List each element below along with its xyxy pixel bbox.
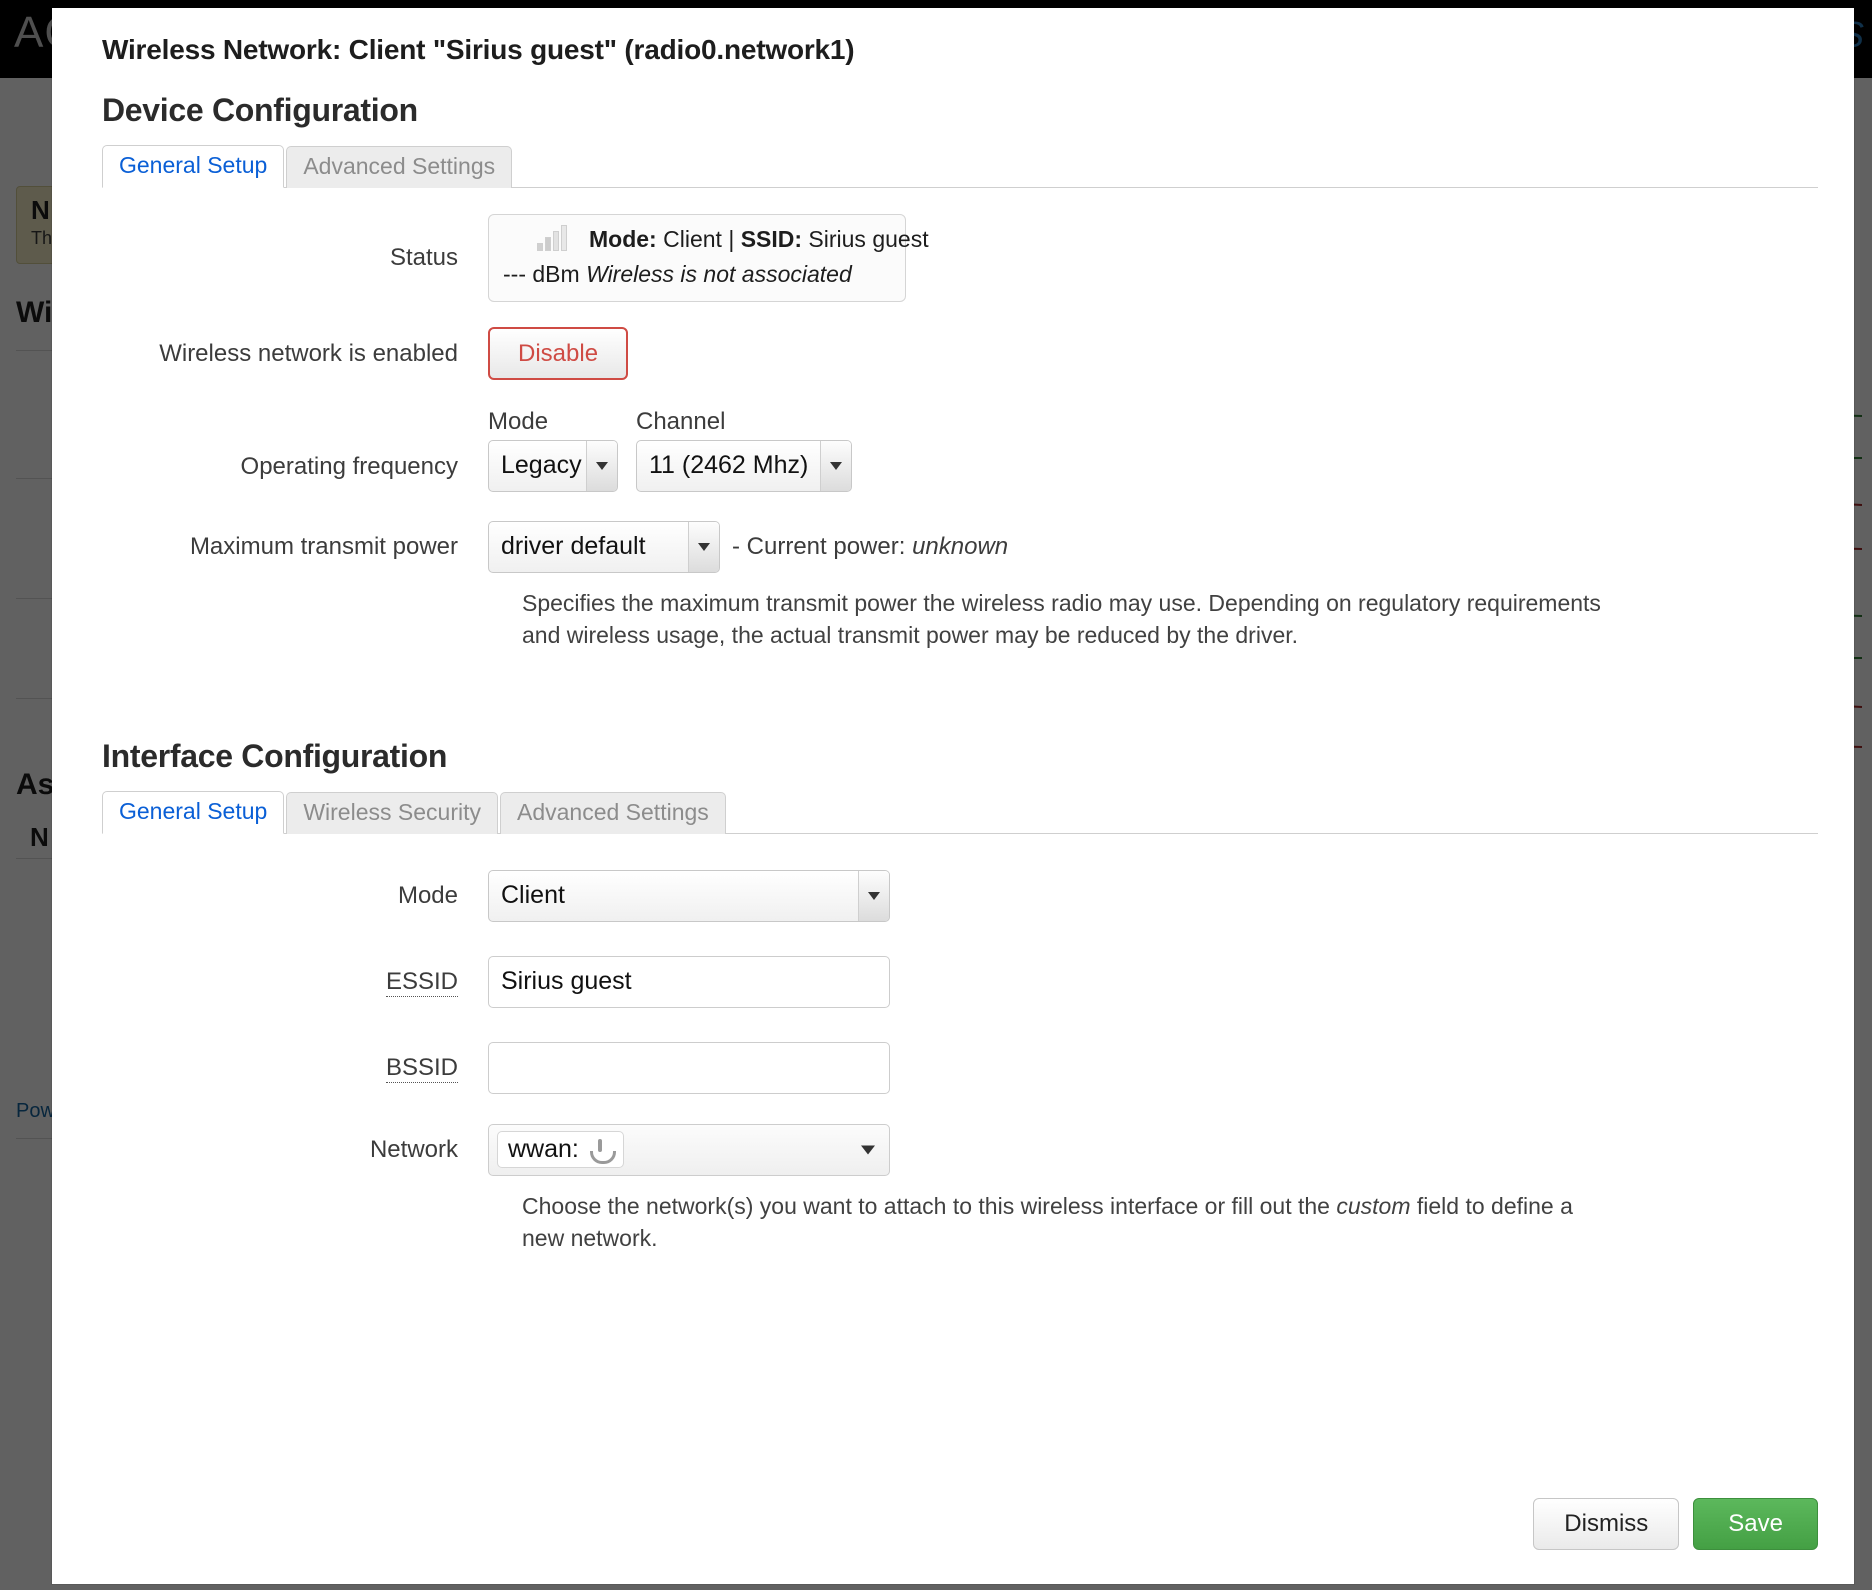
interface-mode-row: Mode Client — [88, 866, 1818, 926]
network-description: Choose the network(s) you want to attach… — [522, 1190, 1607, 1255]
operating-frequency-row: Operating frequency Mode Legacy Channel … — [88, 408, 1818, 495]
status-signal-dbm: --- dBm — [503, 260, 580, 287]
frequency-channel-select[interactable]: 11 (2462 Mhz) — [636, 439, 852, 492]
frequency-channel-label: Channel — [636, 407, 726, 435]
wireless-network-modal: Wireless Network: Client "Sirius guest" … — [52, 8, 1854, 1584]
chevron-down-icon — [858, 870, 889, 921]
current-power-prefix: - Current power: — [732, 532, 906, 560]
wireless-status-box: Mode: Client | SSID: Sirius guest --- dB… — [488, 214, 929, 302]
frequency-mode-group: Mode Legacy — [488, 408, 618, 495]
operating-frequency-label: Operating frequency — [240, 452, 458, 480]
essid-input[interactable] — [488, 955, 890, 1008]
current-power-hint: - Current power: unknown — [732, 533, 1008, 561]
transmit-power-value: driver default — [501, 531, 646, 560]
status-association-state: Wireless is not associated — [586, 260, 852, 287]
tab-interface-general-setup[interactable]: General Setup — [102, 790, 285, 834]
chevron-down-icon — [688, 521, 719, 572]
transmit-power-select[interactable]: driver default — [488, 520, 720, 573]
status-label: Status — [389, 243, 458, 271]
network-select[interactable]: wwan: — [488, 1123, 890, 1176]
wireless-enable-row: Wireless network is enabled Disable — [88, 324, 1818, 384]
network-row: Network wwan: Choose the network(s) you … — [88, 1123, 1818, 1255]
interface-configuration-heading: Interface Configuration — [102, 737, 448, 774]
network-description-em: custom — [1336, 1192, 1411, 1219]
network-chip-wwan[interactable]: wwan: — [497, 1131, 624, 1169]
device-configuration-heading: Device Configuration — [102, 92, 418, 128]
status-mode-label: Mode: — [589, 226, 657, 252]
tab-device-general-setup[interactable]: General Setup — [102, 144, 285, 188]
save-button[interactable]: Save — [1693, 1498, 1818, 1550]
frequency-channel-value: 11 (2462 Mhz) — [649, 450, 809, 479]
status-mode-value: Client — [663, 226, 722, 252]
network-description-pre: Choose the network(s) you want to attach… — [522, 1192, 1337, 1219]
device-configuration-tabs: General Setup Advanced Settings — [102, 143, 1818, 188]
modal-title: Wireless Network: Client "Sirius guest" … — [102, 34, 855, 65]
chevron-down-icon — [820, 440, 851, 491]
interface-mode-label: Mode — [397, 881, 458, 909]
chevron-down-icon — [861, 1145, 875, 1155]
bssid-row: BSSID — [88, 1038, 1818, 1098]
frequency-mode-label: Mode — [488, 407, 549, 435]
tab-interface-wireless-security[interactable]: Wireless Security — [286, 791, 498, 834]
interface-configuration-tabs: General Setup Wireless Security Advanced… — [102, 789, 1818, 834]
essid-row: ESSID — [88, 952, 1818, 1012]
transmit-power-row: Maximum transmit power driver default - … — [88, 520, 1818, 652]
current-power-value: unknown — [912, 532, 1009, 560]
frequency-mode-select[interactable]: Legacy — [488, 439, 618, 492]
signal-bars-icon — [537, 225, 567, 258]
status-ssid-label: SSID: — [740, 226, 803, 252]
bssid-input[interactable] — [488, 1041, 890, 1094]
disable-wireless-button[interactable]: Disable — [488, 326, 629, 381]
dismiss-button[interactable]: Dismiss — [1533, 1498, 1680, 1550]
chevron-down-icon — [586, 440, 617, 491]
network-chip-label: wwan: — [508, 1135, 579, 1164]
wireless-enable-label: Wireless network is enabled — [159, 339, 458, 367]
status-separator: | — [728, 226, 735, 252]
tab-device-advanced-settings[interactable]: Advanced Settings — [286, 145, 513, 188]
interface-mode-value: Client — [501, 880, 565, 909]
frequency-channel-group: Channel 11 (2462 Mhz) — [636, 408, 852, 495]
antenna-icon — [587, 1137, 616, 1164]
status-ssid-value: Sirius guest — [808, 226, 929, 252]
essid-label: ESSID — [385, 967, 458, 997]
interface-mode-select[interactable]: Client — [488, 869, 890, 922]
bssid-label: BSSID — [385, 1053, 458, 1083]
network-label: Network — [369, 1135, 458, 1163]
status-row: Status Mode: Client | SSID: Sirius guest… — [88, 214, 1818, 302]
transmit-power-label: Maximum transmit power — [189, 532, 458, 560]
transmit-power-description: Specifies the maximum transmit power the… — [522, 589, 1601, 649]
tab-interface-advanced-settings[interactable]: Advanced Settings — [499, 791, 726, 834]
modal-footer: Dismiss Save — [1533, 1498, 1818, 1550]
